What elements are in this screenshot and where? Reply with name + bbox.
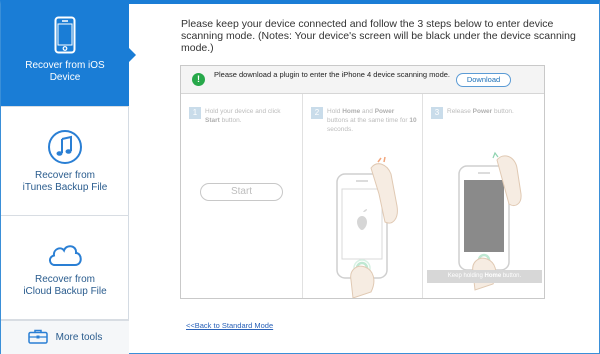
sidebar-item-recover-ios[interactable]: Recover from iOS Device [1,4,136,107]
steps-panel: ! Please download a plugin to enter the … [180,65,545,299]
phone-icon [45,15,85,55]
more-tools-label: More tools [55,332,103,343]
step-2: 2 Hold Home and Power buttons at the sam… [302,94,423,298]
sidebar-item-label: Recover from iCloud Backup File [23,274,107,297]
sidebar: Recover from iOS Device Recover from iTu… [1,4,136,354]
phone-release-illustration [458,151,522,291]
sidebar-item-recover-itunes[interactable]: Recover from iTunes Backup File [1,107,129,216]
back-to-standard-mode-link[interactable]: <<Back to Standard Mode [186,321,273,330]
download-button[interactable]: Download [456,73,511,87]
app-window: Recover from iOS Device Recover from iTu… [0,0,600,354]
phone-hold-illustration [336,156,398,298]
plugin-notice: ! Please download a plugin to enter the … [181,66,544,94]
more-tools-button[interactable]: More tools [1,320,129,354]
step-number: 1 [189,107,201,119]
keep-holding-banner: Keep holding Home button. [427,270,542,283]
sidebar-item-label: Recover from iOS Device [25,60,105,83]
cloud-icon [45,234,85,274]
step-3: 3 Release Power button. Keep holding Hom… [423,94,544,298]
music-note-icon [45,127,85,167]
step-text: Hold your device and click Start button. [205,108,281,124]
exclamation-icon: ! [192,73,205,86]
toolbox-icon [27,329,48,347]
sidebar-item-label: Recover from iTunes Backup File [22,170,108,193]
start-button[interactable]: Start [200,183,283,201]
main-content: Please keep your device connected and fo… [129,4,599,354]
instruction-text: Please keep your device connected and fo… [181,18,576,54]
notice-text: Please download a plugin to enter the iP… [214,70,450,79]
sidebar-item-recover-icloud[interactable]: Recover from iCloud Backup File [1,216,129,320]
step-1: 1 Hold your device and click Start butto… [181,94,302,298]
